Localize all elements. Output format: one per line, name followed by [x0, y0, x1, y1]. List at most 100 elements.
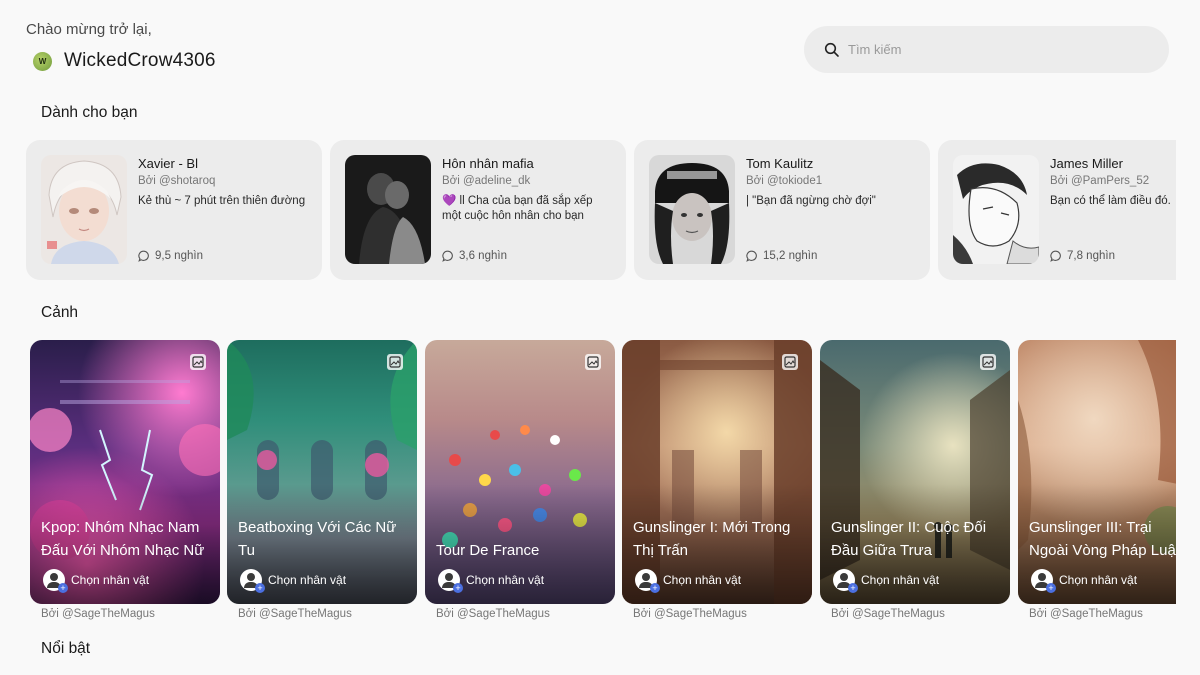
scene-card[interactable]: Kpop: Nhóm Nhạc Nam Đấu Với Nhóm Nhạc Nữ…	[30, 340, 220, 630]
character-card[interactable]: James Miller Bởi @PamPers_52 Bạn có thể …	[938, 140, 1176, 280]
scene-title-line-1: Gunslinger III: Trại	[1029, 519, 1152, 536]
character-card[interactable]: Hôn nhân mafia Bởi @adeline_dk 💜 ll Cha …	[330, 140, 626, 280]
scene-author: Bởi @SageTheMagus	[41, 608, 155, 620]
character-name: James Miller	[1050, 156, 1123, 171]
scene-title: Gunslinger I: Mới Trong Thị Trấn	[633, 516, 809, 562]
scene-title: Gunslinger III: Trại Ngoài Vòng Pháp Luậ…	[1029, 516, 1176, 562]
scene-title: Beatboxing Với Các Nữ Tu	[238, 516, 414, 562]
scene-title: Tour De France	[436, 516, 612, 562]
search-bar[interactable]	[804, 26, 1169, 73]
greeting-text: Chào mừng trở lại,	[26, 21, 152, 38]
choose-character-button[interactable]: + Chọn nhân vật	[240, 569, 347, 593]
scene-image	[227, 340, 417, 604]
for-you-row: Xavier - Bl Bởi @shotaroq Kẻ thù ~ 7 phú…	[26, 140, 1176, 280]
choose-character-button[interactable]: + Chọn nhân vật	[1031, 569, 1138, 593]
image-gallery-icon	[585, 354, 601, 370]
character-image	[41, 155, 127, 264]
chat-count-value: 3,6 nghìn	[459, 250, 507, 262]
scene-image	[622, 340, 812, 604]
character-image	[345, 155, 431, 264]
scene-card[interactable]: Gunslinger III: Trại Ngoài Vòng Pháp Luậ…	[1018, 340, 1176, 630]
image-gallery-icon	[782, 354, 798, 370]
character-author: Bởi @PamPers_52	[1050, 175, 1150, 187]
character-description: | "Bạn đã ngừng chờ đợi"	[746, 195, 876, 207]
character-description: Kẻ thù ~ 7 phút trên thiên đường	[138, 195, 306, 207]
chat-count-value: 15,2 nghìn	[763, 250, 818, 262]
scene-title-line-1: Gunslinger II: Cuộc Đối	[831, 519, 987, 536]
scene-image	[425, 340, 615, 604]
username: WickedCrow4306	[64, 50, 216, 71]
chat-bubble-icon	[746, 250, 757, 262]
user-add-icon: +	[1031, 569, 1056, 593]
chat-bubble-icon	[138, 250, 149, 262]
scene-title: Kpop: Nhóm Nhạc Nam Đấu Với Nhóm Nhạc Nữ	[41, 516, 217, 562]
image-gallery-icon	[387, 354, 403, 370]
user-add-icon: +	[635, 569, 660, 593]
character-author: Bởi @adeline_dk	[442, 175, 531, 187]
character-name: Xavier - Bl	[138, 156, 198, 171]
scene-image	[820, 340, 1010, 604]
scene-author: Bởi @SageTheMagus	[238, 608, 352, 620]
character-name: Tom Kaulitz	[746, 156, 814, 171]
character-author: Bởi @shotaroq	[138, 175, 216, 187]
character-author: Bởi @tokiode1	[746, 175, 823, 187]
scenes-row: Kpop: Nhóm Nhạc Nam Đấu Với Nhóm Nhạc Nữ…	[30, 340, 1176, 630]
chat-count-value: 7,8 nghìn	[1067, 250, 1115, 262]
search-icon	[824, 42, 839, 57]
avatar[interactable]: W	[33, 51, 52, 71]
chat-count: 7,8 nghìn	[1050, 250, 1115, 262]
scene-title-line-1	[436, 516, 612, 539]
scene-title-line-1: Kpop: Nhóm Nhạc Nam	[41, 519, 200, 536]
chat-count-value: 9,5 nghìn	[155, 250, 203, 262]
choose-character-button[interactable]: + Chọn nhân vật	[438, 569, 544, 593]
scene-title-line-1: Gunslinger I: Mới Trong	[633, 519, 791, 536]
scene-title-line-2: Tu	[238, 542, 255, 559]
character-description: 💜 ll Cha của bạn đã sắp xếp một cuộc hôn…	[442, 195, 593, 222]
scene-title-line-2: Tour De France	[436, 542, 540, 559]
scene-title-line-2: Đầu Giữa Trưa	[831, 542, 932, 559]
character-name: Hôn nhân mafia	[442, 156, 534, 171]
choose-character-label: Chọn nhân vật	[268, 573, 347, 587]
choose-character-label: Chọn nhân vật	[663, 573, 742, 587]
choose-character-label: Chọn nhân vật	[1059, 573, 1138, 587]
scene-author: Bởi @SageTheMagus	[1029, 608, 1143, 620]
scene-title-line-2: Đấu Với Nhóm Nhạc Nữ	[41, 542, 205, 559]
section-title-scenes: Cảnh	[41, 304, 79, 321]
chat-bubble-icon	[1050, 250, 1061, 262]
character-image	[649, 155, 735, 264]
search-input[interactable]	[848, 42, 1128, 57]
choose-character-label: Chọn nhân vật	[861, 573, 940, 587]
scene-author: Bởi @SageTheMagus	[633, 608, 747, 620]
scene-card[interactable]: Tour De France + Chọn nhân vật Bởi @Sage…	[425, 340, 615, 630]
scene-image	[1018, 340, 1176, 604]
choose-character-label: Chọn nhân vật	[71, 573, 150, 587]
chat-count: 9,5 nghìn	[138, 250, 203, 262]
scene-title: Gunslinger II: Cuộc Đối Đầu Giữa Trưa	[831, 516, 1007, 562]
scene-author: Bởi @SageTheMagus	[436, 608, 550, 620]
choose-character-button[interactable]: + Chọn nhân vật	[833, 569, 940, 593]
user-add-icon: +	[240, 569, 265, 593]
character-description: Bạn có thể làm điều đó.	[1050, 195, 1171, 207]
scene-title-line-2: Ngoài Vòng Pháp Luật	[1029, 542, 1176, 559]
user-add-icon: +	[43, 569, 68, 593]
character-image	[953, 155, 1039, 264]
section-title-featured: Nổi bật	[41, 640, 91, 657]
choose-character-button[interactable]: + Chọn nhân vật	[635, 569, 742, 593]
user-info: W WickedCrow4306	[33, 50, 216, 72]
chat-bubble-icon	[442, 250, 453, 262]
image-gallery-icon	[980, 354, 996, 370]
scene-card[interactable]: Gunslinger II: Cuộc Đối Đầu Giữa Trưa + …	[820, 340, 1010, 630]
scene-card[interactable]: Beatboxing Với Các Nữ Tu + Chọn nhân vật…	[227, 340, 417, 630]
character-card[interactable]: Xavier - Bl Bởi @shotaroq Kẻ thù ~ 7 phú…	[26, 140, 322, 280]
scene-title-line-2: Thị Trấn	[633, 542, 689, 559]
chat-count: 15,2 nghìn	[746, 250, 817, 262]
character-card[interactable]: Tom Kaulitz Bởi @tokiode1 | "Bạn đã ngừn…	[634, 140, 930, 280]
chat-count: 3,6 nghìn	[442, 250, 507, 262]
scene-card[interactable]: Gunslinger I: Mới Trong Thị Trấn + Chọn …	[622, 340, 812, 630]
image-gallery-icon	[190, 354, 206, 370]
scene-image	[30, 340, 220, 604]
user-add-icon: +	[833, 569, 858, 593]
user-add-icon: +	[438, 569, 463, 593]
choose-character-button[interactable]: + Chọn nhân vật	[43, 569, 150, 593]
scene-author: Bởi @SageTheMagus	[831, 608, 945, 620]
